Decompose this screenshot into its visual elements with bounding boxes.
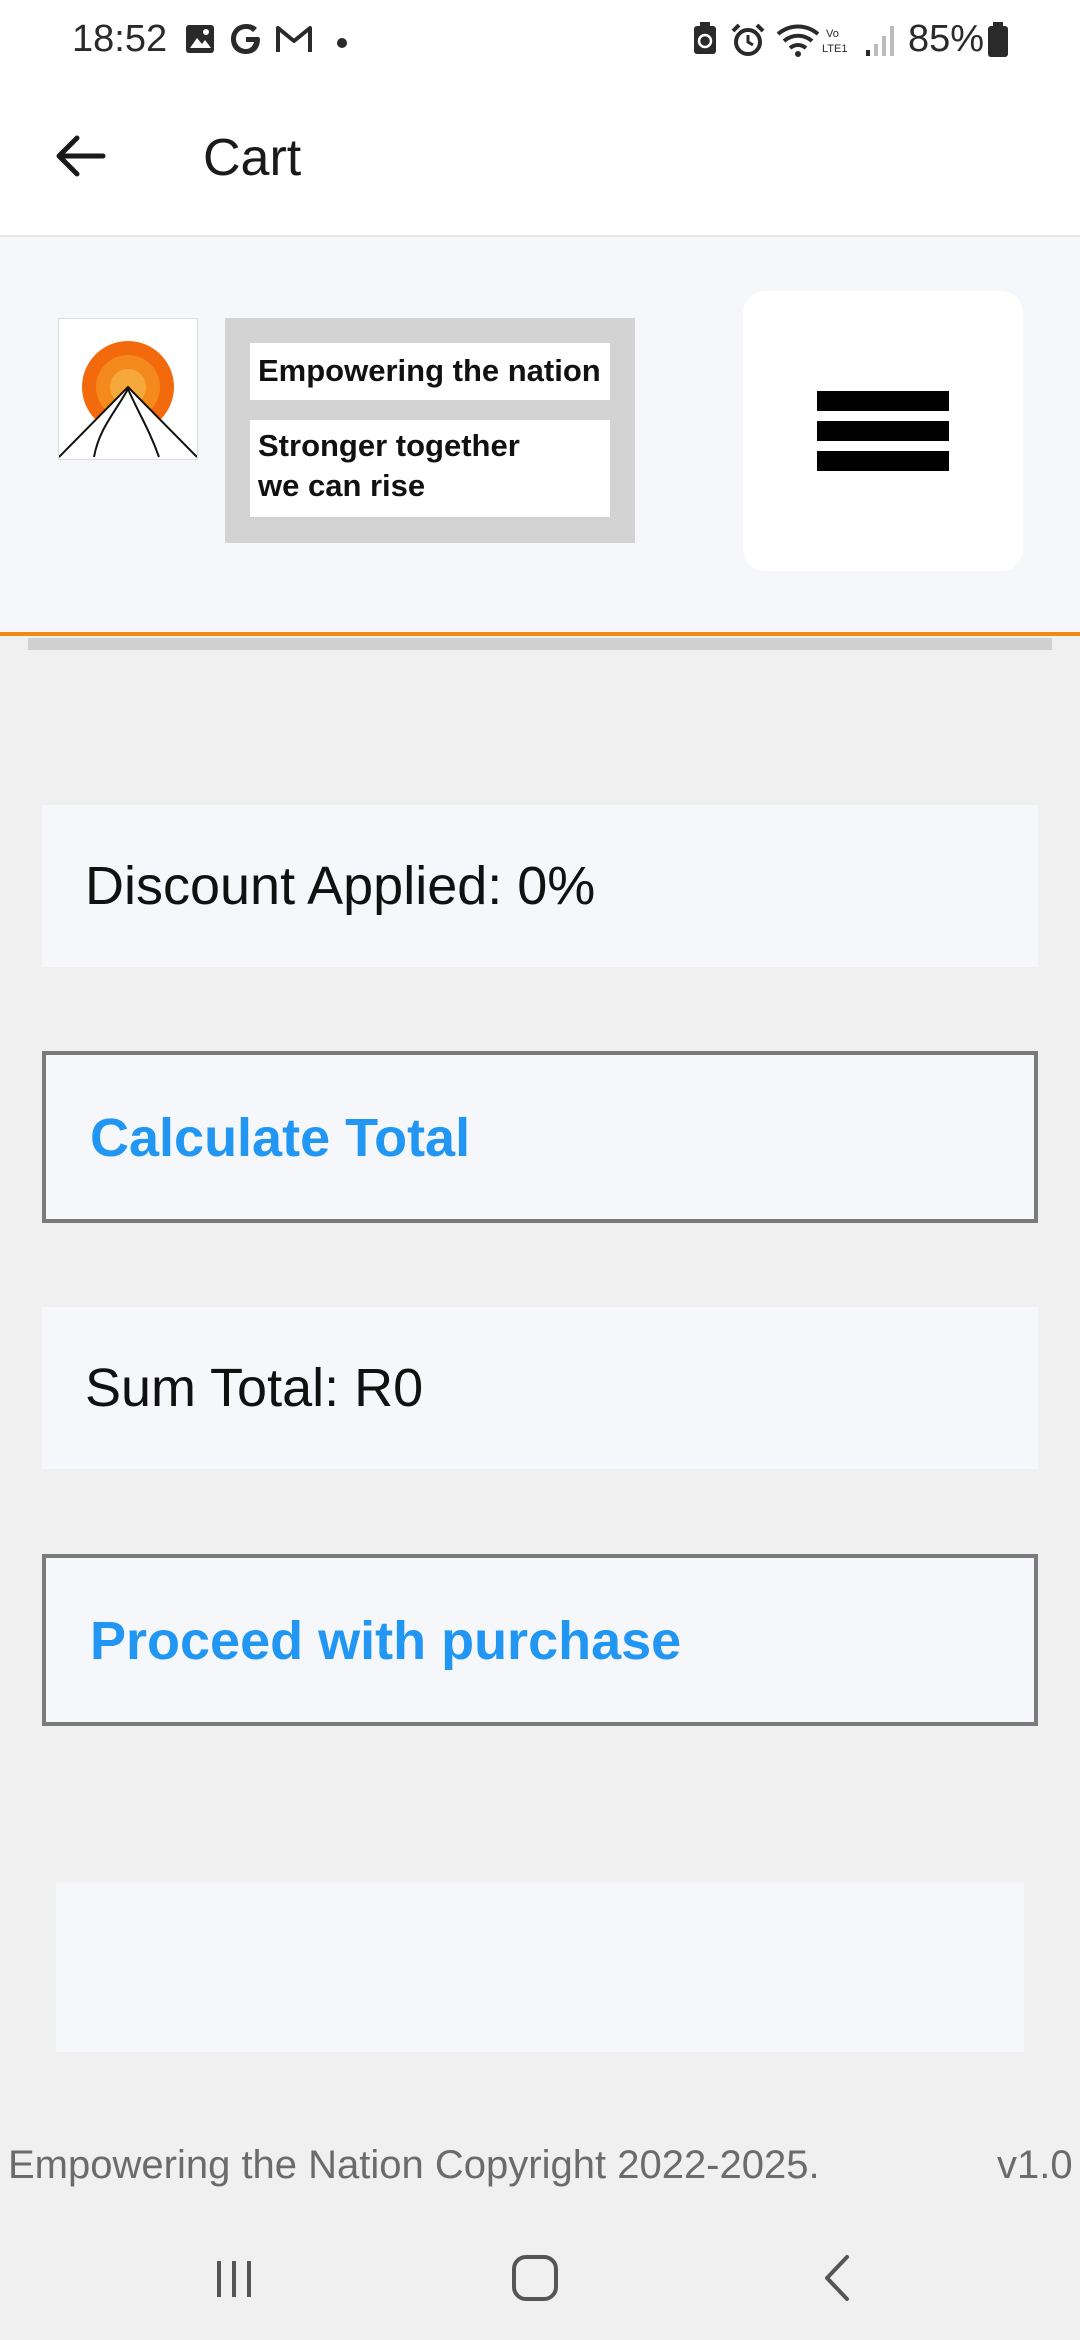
volte-icon: Vo LTE1: [822, 26, 858, 61]
motto-line-1: Empowering the nation: [250, 343, 610, 400]
discount-text: Discount Applied: 0%: [85, 856, 596, 916]
google-icon: [229, 22, 263, 61]
proceed-purchase-button[interactable]: Proceed with purchase: [42, 1554, 1038, 1726]
battery-saver-icon: [692, 22, 718, 61]
battery-percent: 85%: [908, 18, 985, 60]
signal-icon: [864, 22, 900, 63]
svg-text:Vo: Vo: [826, 28, 839, 40]
discount-card: Discount Applied: 0%: [42, 805, 1038, 967]
motto-box: Empowering the nation Stronger together …: [225, 318, 635, 543]
arrow-left-icon: [53, 132, 107, 185]
status-bar: 18:52 Vo LTE1 85%: [0, 0, 1080, 90]
back-button[interactable]: [40, 118, 120, 198]
gallery-icon: [185, 22, 215, 61]
page-title: Cart: [203, 129, 302, 187]
nav-back-button[interactable]: [778, 2240, 898, 2320]
home-icon: [508, 2251, 562, 2310]
footer-copyright: Empowering the Nation Copyright 2022-202…: [8, 2143, 820, 2187]
sum-total-text: Sum Total: R0: [85, 1358, 424, 1418]
gmail-icon: [275, 22, 313, 61]
divider: [28, 638, 1052, 650]
calculate-total-label: Calculate Total: [90, 1108, 471, 1168]
hamburger-menu-icon: [817, 381, 949, 481]
proceed-purchase-label: Proceed with purchase: [90, 1611, 682, 1671]
alarm-icon: [730, 22, 766, 63]
battery-icon: [987, 22, 1009, 63]
app-bar: [0, 90, 1080, 237]
svg-text:LTE1: LTE1: [822, 43, 847, 55]
sum-total-card: Sum Total: R0: [42, 1307, 1038, 1469]
recents-button[interactable]: [174, 2240, 294, 2320]
footer-version: v1.0: [997, 2143, 1073, 2187]
recents-icon: [209, 2253, 259, 2308]
status-time: 18:52: [72, 18, 168, 60]
back-icon: [813, 2251, 863, 2310]
motto-line-2: Stronger together we can rise: [250, 420, 610, 517]
dot-icon: [336, 36, 348, 54]
wifi-icon: [776, 22, 820, 63]
menu-button[interactable]: [743, 291, 1023, 571]
empty-panel: [56, 1882, 1024, 2052]
home-button[interactable]: [475, 2240, 595, 2320]
logo: [58, 318, 198, 460]
calculate-total-button[interactable]: Calculate Total: [42, 1051, 1038, 1223]
